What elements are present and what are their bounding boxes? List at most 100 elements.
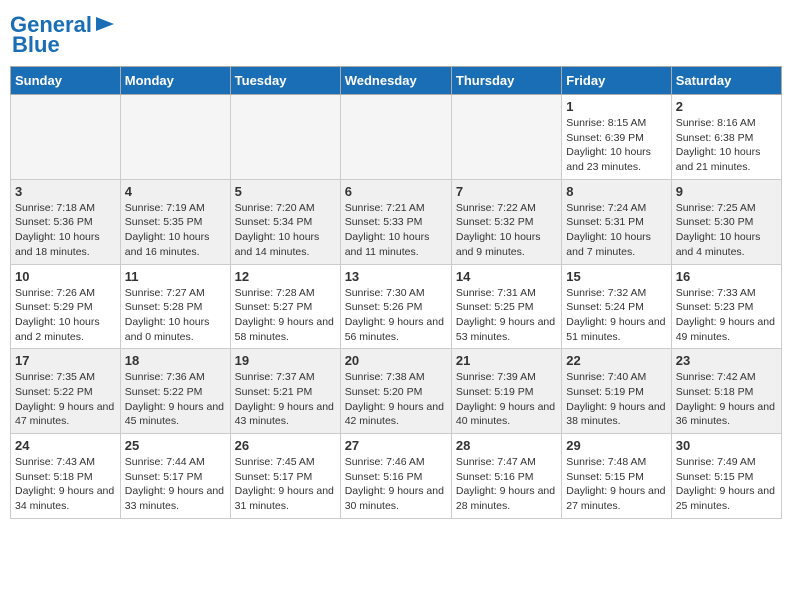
day-number: 25 <box>125 438 226 453</box>
day-info: Sunrise: 7:19 AM Sunset: 5:35 PM Dayligh… <box>125 201 226 260</box>
calendar-cell <box>230 95 340 180</box>
header: General Blue <box>10 10 782 58</box>
day-number: 8 <box>566 184 666 199</box>
day-info: Sunrise: 7:31 AM Sunset: 5:25 PM Dayligh… <box>456 286 557 345</box>
day-number: 30 <box>676 438 777 453</box>
weekday-header-monday: Monday <box>120 67 230 95</box>
day-number: 20 <box>345 353 447 368</box>
weekday-header-friday: Friday <box>562 67 671 95</box>
day-number: 6 <box>345 184 447 199</box>
day-info: Sunrise: 7:49 AM Sunset: 5:15 PM Dayligh… <box>676 455 777 514</box>
calendar-cell: 1 Sunrise: 8:15 AM Sunset: 6:39 PM Daylig… <box>562 95 671 180</box>
day-info: Sunrise: 7:44 AM Sunset: 5:17 PM Dayligh… <box>125 455 226 514</box>
day-info: Sunrise: 7:46 AM Sunset: 5:16 PM Dayligh… <box>345 455 447 514</box>
calendar-cell: 30 Sunrise: 7:49 AM Sunset: 5:15 PM Dayli… <box>671 434 781 519</box>
day-info: Sunrise: 7:39 AM Sunset: 5:19 PM Dayligh… <box>456 370 557 429</box>
calendar-cell <box>451 95 561 180</box>
calendar-cell: 5 Sunrise: 7:20 AM Sunset: 5:34 PM Daylig… <box>230 179 340 264</box>
calendar-cell: 22 Sunrise: 7:40 AM Sunset: 5:19 PM Dayli… <box>562 349 671 434</box>
day-info: Sunrise: 7:22 AM Sunset: 5:32 PM Dayligh… <box>456 201 557 260</box>
week-row-4: 17 Sunrise: 7:35 AM Sunset: 5:22 PM Dayli… <box>11 349 782 434</box>
calendar-cell: 21 Sunrise: 7:39 AM Sunset: 5:19 PM Dayli… <box>451 349 561 434</box>
weekday-header-sunday: Sunday <box>11 67 121 95</box>
week-row-2: 3 Sunrise: 7:18 AM Sunset: 5:36 PM Daylig… <box>11 179 782 264</box>
calendar-cell: 26 Sunrise: 7:45 AM Sunset: 5:17 PM Dayli… <box>230 434 340 519</box>
day-info: Sunrise: 7:43 AM Sunset: 5:18 PM Dayligh… <box>15 455 116 514</box>
calendar-cell: 16 Sunrise: 7:33 AM Sunset: 5:23 PM Dayli… <box>671 264 781 349</box>
calendar-cell: 17 Sunrise: 7:35 AM Sunset: 5:22 PM Dayli… <box>11 349 121 434</box>
day-number: 17 <box>15 353 116 368</box>
day-number: 3 <box>15 184 116 199</box>
logo: General Blue <box>10 14 116 58</box>
day-number: 19 <box>235 353 336 368</box>
weekday-header-tuesday: Tuesday <box>230 67 340 95</box>
day-number: 23 <box>676 353 777 368</box>
day-number: 29 <box>566 438 666 453</box>
day-number: 2 <box>676 99 777 114</box>
day-info: Sunrise: 7:38 AM Sunset: 5:20 PM Dayligh… <box>345 370 447 429</box>
week-row-3: 10Sunrise: 7:26 AM Sunset: 5:29 PM Dayli… <box>11 264 782 349</box>
calendar-cell: 14 Sunrise: 7:31 AM Sunset: 5:25 PM Dayli… <box>451 264 561 349</box>
day-number: 13 <box>345 269 447 284</box>
calendar-cell: 20 Sunrise: 7:38 AM Sunset: 5:20 PM Dayli… <box>340 349 451 434</box>
day-number: 7 <box>456 184 557 199</box>
day-number: 16 <box>676 269 777 284</box>
calendar-cell: 18 Sunrise: 7:36 AM Sunset: 5:22 PM Dayli… <box>120 349 230 434</box>
calendar-cell: 2 Sunrise: 8:16 AM Sunset: 6:38 PM Daylig… <box>671 95 781 180</box>
day-info: Sunrise: 7:37 AM Sunset: 5:21 PM Dayligh… <box>235 370 336 429</box>
calendar-cell: 4Sunrise: 7:19 AM Sunset: 5:35 PM Daylig… <box>120 179 230 264</box>
day-info: Sunrise: 7:21 AM Sunset: 5:33 PM Dayligh… <box>345 201 447 260</box>
calendar-cell: 9 Sunrise: 7:25 AM Sunset: 5:30 PM Daylig… <box>671 179 781 264</box>
weekday-header-row: SundayMondayTuesdayWednesdayThursdayFrid… <box>11 67 782 95</box>
day-info: Sunrise: 8:16 AM Sunset: 6:38 PM Dayligh… <box>676 116 777 175</box>
calendar-cell: 7 Sunrise: 7:22 AM Sunset: 5:32 PM Daylig… <box>451 179 561 264</box>
day-number: 11 <box>125 269 226 284</box>
day-info: Sunrise: 7:20 AM Sunset: 5:34 PM Dayligh… <box>235 201 336 260</box>
calendar-cell: 12 Sunrise: 7:28 AM Sunset: 5:27 PM Dayli… <box>230 264 340 349</box>
day-info: Sunrise: 7:26 AM Sunset: 5:29 PM Dayligh… <box>15 286 116 345</box>
calendar-cell: 19 Sunrise: 7:37 AM Sunset: 5:21 PM Dayli… <box>230 349 340 434</box>
calendar-cell: 15Sunrise: 7:32 AM Sunset: 5:24 PM Dayli… <box>562 264 671 349</box>
day-info: Sunrise: 7:18 AM Sunset: 5:36 PM Dayligh… <box>15 201 116 260</box>
calendar: SundayMondayTuesdayWednesdayThursdayFrid… <box>10 66 782 519</box>
day-info: Sunrise: 7:32 AM Sunset: 5:24 PM Dayligh… <box>566 286 666 345</box>
day-number: 12 <box>235 269 336 284</box>
day-number: 21 <box>456 353 557 368</box>
calendar-cell <box>11 95 121 180</box>
day-info: Sunrise: 7:40 AM Sunset: 5:19 PM Dayligh… <box>566 370 666 429</box>
day-number: 14 <box>456 269 557 284</box>
day-info: Sunrise: 7:27 AM Sunset: 5:28 PM Dayligh… <box>125 286 226 345</box>
calendar-cell: 11 Sunrise: 7:27 AM Sunset: 5:28 PM Dayli… <box>120 264 230 349</box>
day-number: 22 <box>566 353 666 368</box>
day-info: Sunrise: 7:42 AM Sunset: 5:18 PM Dayligh… <box>676 370 777 429</box>
day-info: Sunrise: 7:47 AM Sunset: 5:16 PM Dayligh… <box>456 455 557 514</box>
calendar-cell <box>120 95 230 180</box>
day-info: Sunrise: 8:15 AM Sunset: 6:39 PM Dayligh… <box>566 116 666 175</box>
day-number: 18 <box>125 353 226 368</box>
calendar-cell: 13Sunrise: 7:30 AM Sunset: 5:26 PM Dayli… <box>340 264 451 349</box>
day-info: Sunrise: 7:36 AM Sunset: 5:22 PM Dayligh… <box>125 370 226 429</box>
day-info: Sunrise: 7:25 AM Sunset: 5:30 PM Dayligh… <box>676 201 777 260</box>
week-row-1: 1 Sunrise: 8:15 AM Sunset: 6:39 PM Daylig… <box>11 95 782 180</box>
day-number: 26 <box>235 438 336 453</box>
day-info: Sunrise: 7:33 AM Sunset: 5:23 PM Dayligh… <box>676 286 777 345</box>
calendar-cell: 23 Sunrise: 7:42 AM Sunset: 5:18 PM Dayli… <box>671 349 781 434</box>
calendar-cell: 29 Sunrise: 7:48 AM Sunset: 5:15 PM Dayli… <box>562 434 671 519</box>
calendar-cell: 8Sunrise: 7:24 AM Sunset: 5:31 PM Daylig… <box>562 179 671 264</box>
weekday-header-saturday: Saturday <box>671 67 781 95</box>
calendar-cell: 10Sunrise: 7:26 AM Sunset: 5:29 PM Dayli… <box>11 264 121 349</box>
day-info: Sunrise: 7:35 AM Sunset: 5:22 PM Dayligh… <box>15 370 116 429</box>
day-number: 28 <box>456 438 557 453</box>
weekday-header-thursday: Thursday <box>451 67 561 95</box>
day-info: Sunrise: 7:28 AM Sunset: 5:27 PM Dayligh… <box>235 286 336 345</box>
calendar-cell: 24Sunrise: 7:43 AM Sunset: 5:18 PM Dayli… <box>11 434 121 519</box>
day-info: Sunrise: 7:45 AM Sunset: 5:17 PM Dayligh… <box>235 455 336 514</box>
day-number: 5 <box>235 184 336 199</box>
day-info: Sunrise: 7:48 AM Sunset: 5:15 PM Dayligh… <box>566 455 666 514</box>
weekday-header-wednesday: Wednesday <box>340 67 451 95</box>
day-number: 9 <box>676 184 777 199</box>
day-number: 1 <box>566 99 666 114</box>
calendar-cell: 28 Sunrise: 7:47 AM Sunset: 5:16 PM Dayli… <box>451 434 561 519</box>
calendar-cell: 6 Sunrise: 7:21 AM Sunset: 5:33 PM Daylig… <box>340 179 451 264</box>
day-number: 27 <box>345 438 447 453</box>
